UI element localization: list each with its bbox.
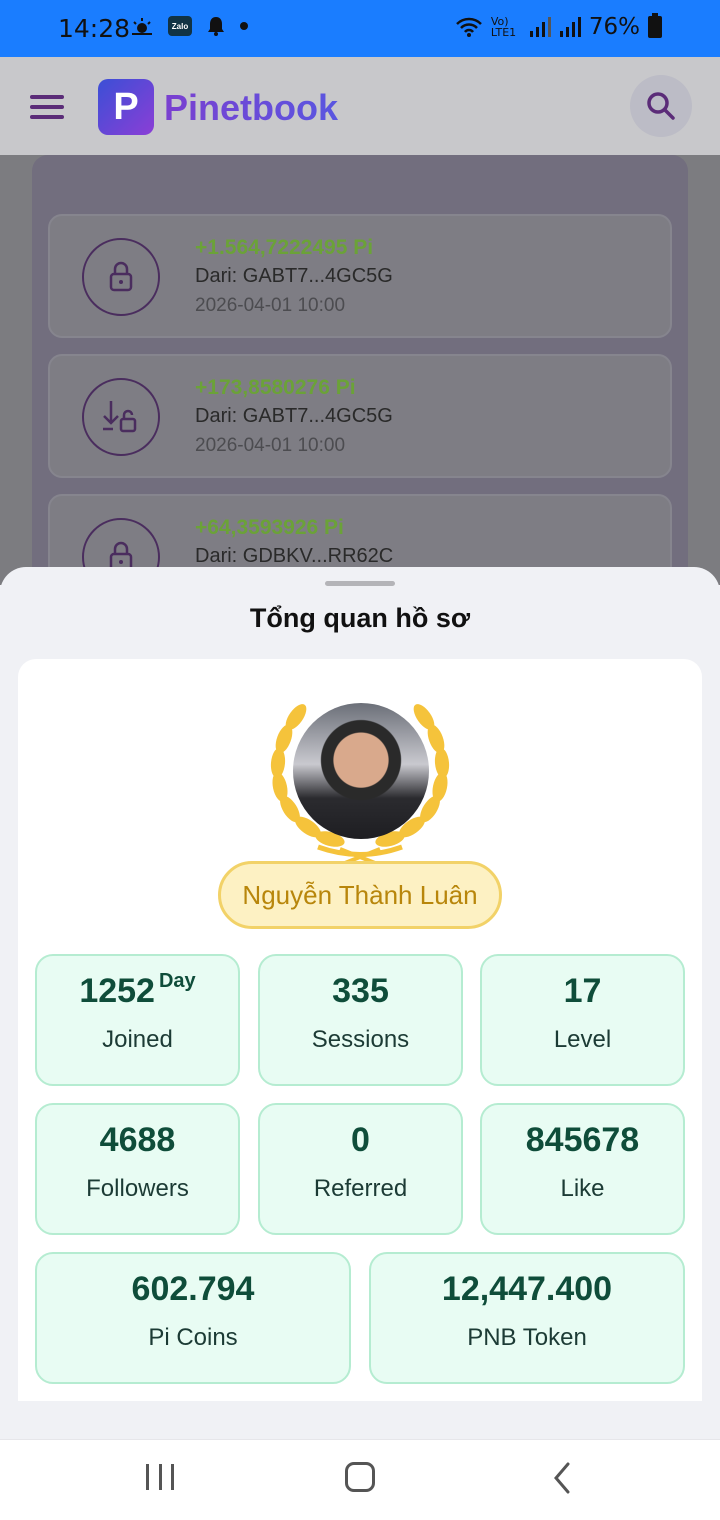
stat-pi-coins: 602.794 Pi Coins (35, 1252, 351, 1384)
stat-label: Joined (102, 1026, 173, 1053)
status-time: 14:28 (58, 14, 131, 43)
stat-pnb-token: 12,447.400 PNB Token (369, 1252, 685, 1384)
transaction-list-area: +1.564,7222495 Pi Dari: GABT7...4GC5G 20… (0, 155, 720, 618)
stat-value: 602.794 (131, 1270, 255, 1308)
battery-icon (648, 13, 662, 38)
weather-icon (132, 18, 152, 35)
stat-label: Referred (313, 1175, 408, 1202)
transaction-amount: +173,8580276 Pi (195, 376, 356, 399)
stat-value: 17 (563, 972, 602, 1010)
transaction-date: 2026-04-01 10:00 (195, 435, 346, 456)
stat-joined: 1252 Day Joined (35, 954, 240, 1086)
stat-label: Sessions (311, 1026, 410, 1053)
transaction-item[interactable]: +173,8580276 Pi Dari: GABT7...4GC5G 2026… (48, 354, 672, 478)
download-unlock-icon (82, 378, 160, 456)
transaction-source: Dari: GABT7...4GC5G (195, 405, 393, 427)
app-header: P Pinetbook (0, 57, 720, 155)
network-label: Vo) LTE1 (490, 15, 517, 39)
search-icon (647, 92, 675, 120)
sheet-drag-handle[interactable] (325, 581, 395, 586)
sheet-title: Tổng quan hồ sơ (249, 603, 471, 633)
stat-followers: 4688 Followers (35, 1103, 240, 1235)
stat-value: 4688 (99, 1121, 176, 1159)
battery-percent: 76% (588, 14, 640, 40)
status-bar: 14:28 Zalo Vo) LTE1 76% (0, 0, 720, 57)
stat-label: Like (560, 1175, 605, 1202)
profile-name: Nguyễn Thành Luân (218, 861, 502, 929)
stat-sessions: 335 Sessions (258, 954, 463, 1086)
signal-icon (529, 17, 551, 37)
signal-icon-2 (559, 17, 581, 37)
stat-label: Followers (86, 1175, 189, 1202)
stat-value: 0 (351, 1121, 370, 1159)
status-right: Vo) LTE1 76% (455, 13, 662, 40)
notification-dot-icon (240, 22, 248, 30)
status-left-icons: Zalo (130, 15, 248, 37)
stat-value: 1252 (79, 972, 155, 1010)
stat-unit: Day (158, 970, 196, 992)
pinetbook-logo: P (98, 79, 154, 135)
avatar[interactable] (293, 703, 429, 839)
system-nav-bar (0, 1439, 720, 1520)
back-icon[interactable] (552, 1462, 572, 1494)
home-icon[interactable] (345, 1462, 375, 1492)
stat-referred: 0 Referred (258, 1103, 463, 1235)
transaction-source: Dari: GDBKV...RR62C (195, 545, 394, 567)
stat-value: 12,447.400 (441, 1270, 613, 1308)
brand-name: Pinetbook (164, 87, 339, 128)
stat-like: 845678 Like (480, 1103, 685, 1235)
stat-value: 845678 (525, 1121, 640, 1159)
wifi-icon (455, 17, 482, 37)
zalo-icon: Zalo (168, 16, 192, 36)
transaction-amount: +1.564,7222495 Pi (195, 236, 374, 259)
bell-icon (208, 17, 224, 36)
transaction-date: 2026-04-01 10:00 (195, 295, 346, 316)
recent-apps-icon[interactable] (146, 1464, 174, 1490)
lock-icon (82, 238, 160, 316)
transaction-amount: +64,3593926 Pi (195, 516, 344, 539)
hamburger-menu-icon[interactable] (30, 95, 64, 119)
stat-value: 335 (332, 972, 389, 1010)
profile-overview-sheet: Tổng quan hồ sơ Nguyễn Thành Luân 1252 D… (0, 567, 720, 1439)
stat-label: Level (553, 1026, 612, 1053)
stat-level: 17 Level (480, 954, 685, 1086)
profile-card: Nguyễn Thành Luân 1252 Day Joined 335 Ses… (18, 659, 702, 1401)
transaction-source: Dari: GABT7...4GC5G (195, 265, 393, 287)
transaction-item[interactable]: +1.564,7222495 Pi Dari: GABT7...4GC5G 20… (48, 214, 672, 338)
search-button[interactable] (630, 75, 692, 137)
stat-label: PNB Token (467, 1324, 587, 1351)
stat-label: Pi Coins (148, 1324, 238, 1351)
